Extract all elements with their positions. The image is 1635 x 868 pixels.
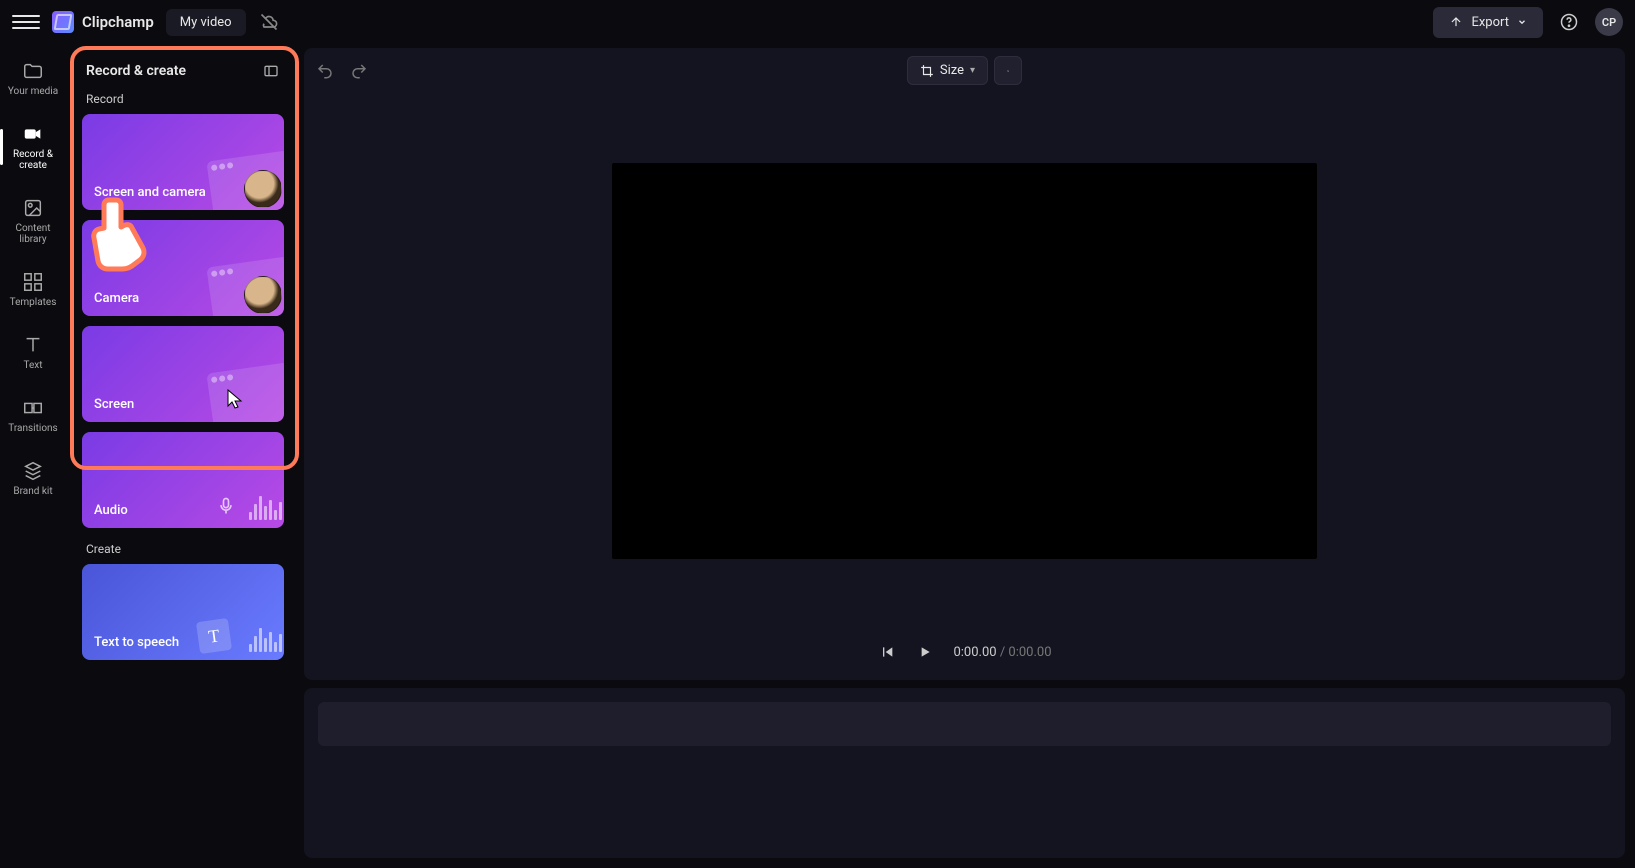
waveform-icon bbox=[249, 628, 282, 652]
card-art-icon bbox=[210, 368, 284, 422]
rail-record-create[interactable]: Record & create bbox=[3, 119, 63, 175]
project-name[interactable]: My video bbox=[166, 9, 246, 36]
rail-transitions[interactable]: Transitions bbox=[3, 393, 63, 438]
card-label: Camera bbox=[94, 291, 139, 306]
help-button[interactable] bbox=[1555, 8, 1583, 36]
menu-button[interactable] bbox=[12, 8, 40, 36]
rail-label: Your media bbox=[8, 86, 58, 97]
rail-text[interactable]: Text bbox=[3, 330, 63, 375]
rail-label: Transitions bbox=[8, 423, 57, 434]
brand-name: Clipchamp bbox=[82, 13, 154, 31]
brand-kit-icon bbox=[22, 460, 44, 482]
transitions-icon bbox=[22, 397, 44, 419]
card-text-to-speech[interactable]: Text to speech T bbox=[82, 564, 284, 660]
waveform-icon bbox=[249, 496, 282, 520]
card-label: Text to speech bbox=[94, 635, 179, 650]
chevron-down-icon bbox=[1517, 17, 1527, 27]
export-button[interactable]: Export bbox=[1433, 7, 1543, 38]
left-rail: Your media Record & create Content libra… bbox=[0, 44, 66, 868]
section-label-record: Record bbox=[70, 92, 296, 114]
size-label: Size bbox=[940, 63, 964, 78]
popout-button[interactable] bbox=[994, 56, 1022, 85]
undo-button[interactable] bbox=[314, 60, 336, 82]
rail-label: Content library bbox=[5, 223, 61, 245]
panel-title: Record & create bbox=[86, 63, 186, 79]
rail-label: Record & create bbox=[5, 149, 61, 171]
video-canvas[interactable] bbox=[612, 163, 1317, 559]
top-bar: Clipchamp My video Export CP bbox=[0, 0, 1635, 44]
card-label: Screen bbox=[94, 397, 134, 412]
cloud-off-icon[interactable] bbox=[258, 11, 280, 33]
card-label: Audio bbox=[94, 503, 128, 518]
panel-collapse-button[interactable] bbox=[262, 62, 280, 80]
time-display: 0:00.00 / 0:00.00 bbox=[953, 645, 1051, 660]
camera-icon bbox=[22, 123, 44, 145]
rail-templates[interactable]: Templates bbox=[3, 267, 63, 312]
rail-label: Templates bbox=[10, 297, 57, 308]
redo-button[interactable] bbox=[348, 60, 370, 82]
playbar: 0:00.00 / 0:00.00 bbox=[304, 628, 1625, 680]
timeline-track[interactable] bbox=[318, 702, 1611, 746]
total-time: 0:00.00 bbox=[1008, 645, 1051, 660]
folder-icon bbox=[22, 60, 44, 82]
card-art-icon bbox=[210, 156, 284, 210]
rail-label: Text bbox=[23, 360, 42, 371]
card-art-icon bbox=[210, 262, 284, 316]
side-panel: Record & create Record Screen and camera… bbox=[66, 44, 296, 868]
section-label-create: Create bbox=[70, 528, 296, 564]
play-button[interactable] bbox=[915, 642, 935, 662]
brand[interactable]: Clipchamp bbox=[52, 11, 154, 33]
text-icon bbox=[22, 334, 44, 356]
skip-start-button[interactable] bbox=[877, 642, 897, 662]
export-label: Export bbox=[1471, 15, 1509, 30]
stage-toolbar: Size ▾ bbox=[304, 48, 1625, 93]
size-dropdown[interactable]: Size ▾ bbox=[907, 56, 988, 85]
mic-icon bbox=[216, 494, 236, 518]
rail-your-media[interactable]: Your media bbox=[3, 56, 63, 101]
popout-icon bbox=[1007, 64, 1009, 78]
text-icon: T bbox=[196, 618, 232, 654]
library-icon bbox=[22, 197, 44, 219]
card-screen[interactable]: Screen bbox=[82, 326, 284, 422]
timeline-panel bbox=[304, 688, 1625, 858]
brand-logo-icon bbox=[52, 11, 74, 33]
upload-icon bbox=[1449, 15, 1463, 29]
current-time: 0:00.00 bbox=[953, 645, 996, 660]
templates-icon bbox=[22, 271, 44, 293]
cursor-icon bbox=[226, 388, 244, 410]
stage-area: Size ▾ 0:00.00 bbox=[296, 44, 1635, 868]
chevron-down-icon: ▾ bbox=[970, 65, 975, 76]
rail-content-library[interactable]: Content library bbox=[3, 193, 63, 249]
tutorial-pointer-icon bbox=[88, 192, 160, 272]
card-audio[interactable]: Audio bbox=[82, 432, 284, 528]
rail-label: Brand kit bbox=[13, 486, 52, 497]
user-avatar[interactable]: CP bbox=[1595, 8, 1623, 36]
rail-brand-kit[interactable]: Brand kit bbox=[3, 456, 63, 501]
crop-icon bbox=[920, 64, 934, 78]
